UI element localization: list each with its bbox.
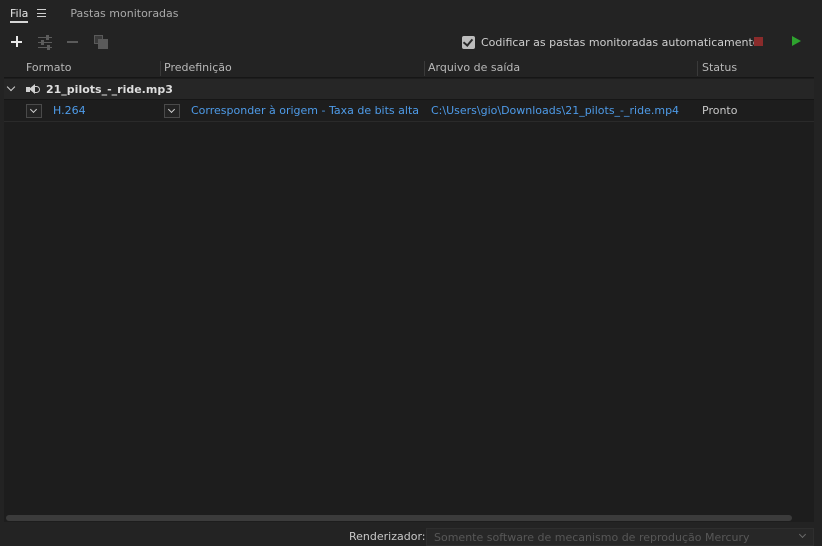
column-header-preset[interactable]: Predefinição (164, 58, 232, 78)
format-dropdown[interactable] (26, 104, 42, 118)
chevron-down-icon[interactable] (6, 82, 16, 92)
settings-icon[interactable] (36, 33, 54, 51)
scrollbar-thumb[interactable] (6, 515, 792, 521)
plus-icon[interactable] (8, 33, 26, 51)
media-encoder-queue-panel: Fila Pastas monitoradas Codificar as pas… (0, 0, 822, 546)
auto-encode-toggle[interactable]: Codificar as pastas monitoradas automati… (462, 34, 760, 50)
preset-link[interactable]: Corresponder à origem - Taxa de bits alt… (191, 100, 419, 122)
auto-encode-label: Codificar as pastas monitoradas automati… (481, 35, 760, 49)
speaker-icon (26, 84, 40, 96)
table-row-group[interactable]: 21_pilots_-_ride.mp3 (4, 79, 814, 100)
horizontal-scrollbar[interactable] (4, 514, 814, 522)
tab-bar: Fila Pastas monitoradas (0, 0, 822, 26)
tab-queue-label: Fila (10, 6, 29, 20)
column-header-output[interactable]: Arquivo de saída (428, 58, 520, 78)
preset-dropdown[interactable] (164, 104, 180, 118)
tab-watch-folders[interactable]: Pastas monitoradas (70, 0, 178, 26)
column-header-status[interactable]: Status (702, 58, 737, 78)
output-file-link[interactable]: C:\Users\gio\Downloads\21_pilots_-_ride.… (431, 100, 679, 122)
duplicate-icon[interactable] (92, 33, 110, 51)
tab-watch-folders-label: Pastas monitoradas (70, 6, 179, 20)
column-header-format[interactable]: Formato (26, 58, 72, 78)
play-icon[interactable] (792, 36, 801, 46)
renderer-select[interactable]: Somente software de mecanismo de reprodu… (426, 528, 814, 546)
renderer-select-value: Somente software de mecanismo de reprodu… (434, 531, 750, 544)
renderer-footer: Renderizador: Somente software de mecani… (0, 528, 822, 546)
source-file-name: 21_pilots_-_ride.mp3 (46, 83, 173, 96)
table-header: Formato Predefinição Arquivo de saída St… (4, 58, 814, 78)
queue-toolbar: Codificar as pastas monitoradas automati… (0, 30, 822, 54)
table-row[interactable]: H.264 Corresponder à origem - Taxa de bi… (4, 100, 814, 122)
checkbox-icon[interactable] (462, 35, 475, 49)
chevron-down-icon (798, 530, 807, 539)
status-text: Pronto (702, 104, 738, 117)
minus-icon[interactable] (64, 33, 82, 51)
renderer-label: Renderizador: (349, 530, 426, 543)
stop-icon[interactable] (754, 37, 763, 46)
chevron-down-icon (167, 105, 176, 114)
tab-queue[interactable]: Fila (10, 0, 29, 26)
format-link[interactable]: H.264 (53, 100, 86, 122)
chevron-down-icon (29, 105, 38, 114)
queue-table: Formato Predefinição Arquivo de saída St… (4, 58, 814, 514)
panel-menu-icon[interactable] (37, 9, 47, 17)
